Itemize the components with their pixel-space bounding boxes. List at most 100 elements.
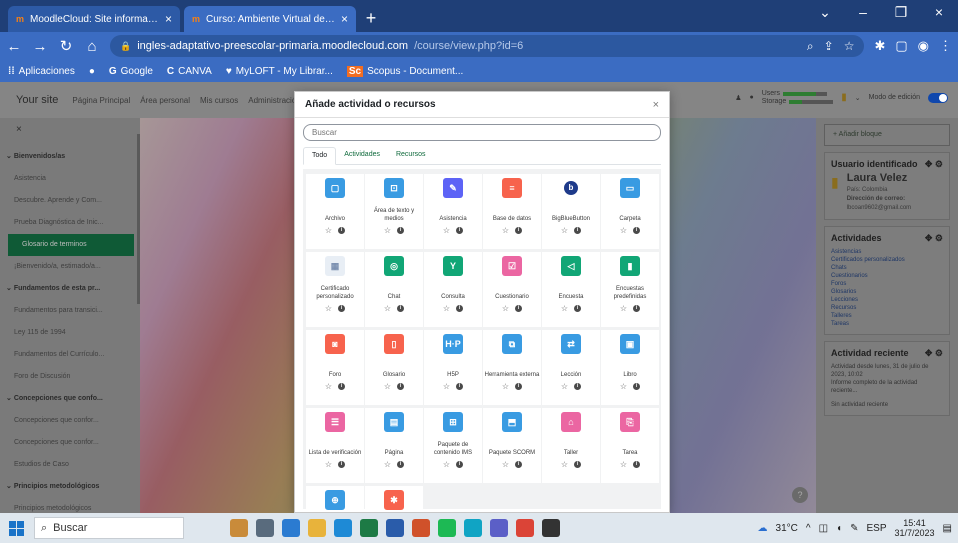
language-indicator[interactable]: ESP xyxy=(866,523,886,534)
module-card[interactable]: ▢ Archivo ☆ i xyxy=(306,174,364,249)
spotify-icon[interactable] xyxy=(438,519,456,537)
activities-list-item[interactable]: Chats xyxy=(831,264,943,272)
star-icon[interactable]: ☆ xyxy=(561,304,568,313)
module-card[interactable]: ⊞ Paquete de contenido IMS ☆ i xyxy=(424,408,482,483)
add-block-button[interactable]: + Añadir bloque xyxy=(824,124,950,146)
star-icon[interactable]: ☆ xyxy=(561,382,568,391)
tab-close-icon[interactable]: × xyxy=(341,12,348,26)
search-input[interactable] xyxy=(303,124,661,141)
star-icon[interactable]: ☆ xyxy=(325,304,332,313)
module-card[interactable]: ⇄ Lección ☆ i xyxy=(542,330,600,405)
edit-mode-toggle[interactable] xyxy=(928,92,948,103)
star-icon[interactable]: ☆ xyxy=(620,304,627,313)
user-name[interactable]: Laura Velez xyxy=(847,173,911,184)
tab-close-icon[interactable]: × xyxy=(165,12,172,26)
star-icon[interactable]: ☆ xyxy=(384,226,391,235)
module-card[interactable]: ◙ Foro ☆ i xyxy=(306,330,364,405)
info-icon[interactable]: i xyxy=(338,461,346,468)
info-icon[interactable]: i xyxy=(574,461,582,468)
star-icon[interactable]: ☆ xyxy=(443,382,450,391)
info-icon[interactable]: i xyxy=(397,305,405,312)
extensions-icon[interactable]: ✱ xyxy=(874,38,885,54)
info-icon[interactable]: i xyxy=(574,305,582,312)
course-activity-item[interactable]: Prueba Diagnóstica de Inic... xyxy=(0,212,140,234)
module-card[interactable]: ⬒ Paquete SCORM ☆ i xyxy=(483,408,541,483)
star-icon[interactable]: ☆ xyxy=(620,382,627,391)
module-card[interactable]: ⧉ Herramienta externa ☆ i xyxy=(483,330,541,405)
course-activity-item[interactable]: Concepciones que confor... xyxy=(0,432,140,454)
star-icon[interactable]: ☆ xyxy=(561,226,568,235)
star-icon[interactable]: ☆ xyxy=(502,226,509,235)
activities-list-item[interactable]: Talleres xyxy=(831,312,943,320)
course-section-item[interactable]: ⌄ Principios metodológicos xyxy=(0,476,140,498)
user-menu-chevron-icon[interactable]: ⌄ xyxy=(855,94,861,102)
course-section-item[interactable]: ⌄ Fundamentos de esta pr... xyxy=(0,278,140,300)
chevron-down-icon[interactable]: ⌄ xyxy=(6,153,14,160)
star-icon[interactable]: ☆ xyxy=(384,382,391,391)
course-activity-item[interactable]: Asistencia xyxy=(0,168,140,190)
course-activity-item[interactable]: ¡Bienvenido/a, estimado/a... xyxy=(0,256,140,278)
star-icon[interactable]: ☆ xyxy=(502,460,509,469)
course-activity-item[interactable]: Estudios de Caso xyxy=(0,454,140,476)
new-tab-button[interactable]: + xyxy=(360,6,382,32)
module-card[interactable]: ◁ Encuesta ☆ i xyxy=(542,252,600,327)
browser-tab-course[interactable]: m Curso: Ambiente Virtual de Apren × xyxy=(184,6,356,32)
tiger-image-icon[interactable] xyxy=(230,519,248,537)
block-actions-gear-icon[interactable]: ✥ ⚙ xyxy=(925,348,943,359)
module-card[interactable]: ◎ Chat ☆ i xyxy=(365,252,423,327)
activities-list-item[interactable]: Foros xyxy=(831,280,943,288)
volume-icon[interactable]: ◖ xyxy=(836,523,842,534)
tab-search-chevron-icon[interactable]: ⌄ xyxy=(806,0,844,26)
module-card[interactable]: ▮ Encuestas predefinidas ☆ i xyxy=(601,252,659,327)
messages-icon[interactable]: ● xyxy=(749,94,753,101)
info-icon[interactable]: i xyxy=(515,305,523,312)
url-field[interactable]: 🔒 ingles-adaptativo-preescolar-primaria.… xyxy=(110,35,865,57)
course-activity-item[interactable]: Ley 115 de 1994 xyxy=(0,322,140,344)
course-activity-item[interactable]: Fundamentos para transici... xyxy=(0,300,140,322)
course-activity-item[interactable]: Descubre. Aprende y Com... xyxy=(0,190,140,212)
star-icon[interactable]: ☆ xyxy=(502,382,509,391)
bookmark-canva[interactable]: C CANVA xyxy=(167,66,212,77)
info-icon[interactable]: i xyxy=(397,383,405,390)
powerpoint-icon[interactable] xyxy=(412,519,430,537)
module-card[interactable]: H·P H5P ☆ i xyxy=(424,330,482,405)
reload-icon[interactable]: ↻ xyxy=(58,37,74,55)
info-icon[interactable]: i xyxy=(515,227,523,234)
module-card[interactable]: Y Consulta ☆ i xyxy=(424,252,482,327)
star-icon[interactable]: ☆ xyxy=(384,460,391,469)
temperature[interactable]: 31°C xyxy=(776,523,798,534)
activities-list-item[interactable]: Recursos xyxy=(831,304,943,312)
tab-activities[interactable]: Actividades xyxy=(336,147,388,165)
course-activity-item[interactable]: Glosario de terminos xyxy=(8,234,134,256)
nav-link-my-courses[interactable]: Mis cursos xyxy=(200,96,238,105)
pen-icon[interactable]: ✎ xyxy=(850,523,858,534)
module-card[interactable]: ✎ Asistencia ☆ i xyxy=(424,174,482,249)
module-card[interactable]: ☰ Lista de verificación ☆ i xyxy=(306,408,364,483)
module-card[interactable]: ✱Wiki☆i xyxy=(365,486,423,512)
info-icon[interactable]: i xyxy=(397,227,405,234)
module-card[interactable]: ⎘ Tarea ☆ i xyxy=(601,408,659,483)
info-icon[interactable]: i xyxy=(338,227,346,234)
chrome-icon[interactable] xyxy=(516,519,534,537)
star-icon[interactable]: ☆ xyxy=(443,226,450,235)
profile-avatar-icon[interactable]: ◉ xyxy=(918,38,929,54)
module-card[interactable]: ⊕URL☆i xyxy=(306,486,364,512)
info-icon[interactable]: i xyxy=(515,461,523,468)
star-icon[interactable]: ☆ xyxy=(443,304,450,313)
taskbar-search[interactable]: ⌕ Buscar xyxy=(34,517,184,539)
help-question-icon[interactable]: ? xyxy=(792,487,808,503)
minimize-button[interactable]: – xyxy=(844,0,882,26)
info-icon[interactable]: i xyxy=(456,461,464,468)
bookmark-scopus[interactable]: Sc Scopus - Document... xyxy=(346,65,463,77)
info-icon[interactable]: i xyxy=(574,383,582,390)
excel-icon[interactable] xyxy=(360,519,378,537)
module-card[interactable]: ⌂ Taller ☆ i xyxy=(542,408,600,483)
activities-list-item[interactable]: Tareas xyxy=(831,320,943,328)
module-card[interactable]: b BigBlueButton ☆ i xyxy=(542,174,600,249)
star-icon[interactable]: ☆ xyxy=(620,460,627,469)
course-section-item[interactable]: ⌄ Bienvenidos/as xyxy=(0,146,140,168)
back-arrow-icon[interactable]: ← xyxy=(6,38,22,55)
star-icon[interactable]: ☆ xyxy=(325,382,332,391)
tab-all[interactable]: Todo xyxy=(303,147,337,165)
sidebar-icon[interactable]: ▢ xyxy=(895,38,907,54)
